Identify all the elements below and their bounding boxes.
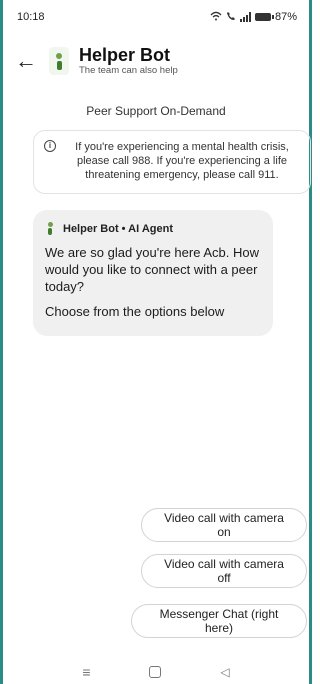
crisis-notice-card: i If you're experiencing a mental health… — [33, 130, 311, 194]
video-call-camera-on-button[interactable]: Video call with camera on — [141, 508, 307, 542]
bot-message-bubble: Helper Bot • AI Agent We are so glad you… — [33, 210, 273, 336]
message-header: Helper Bot • AI Agent — [45, 222, 261, 236]
chat-header: ← Helper Bot The team can also help — [3, 36, 309, 86]
battery-icon — [254, 13, 274, 21]
system-nav-bar: ≡ ◁ — [3, 660, 309, 684]
info-icon: i — [44, 140, 56, 152]
wifi-icon — [210, 11, 222, 24]
status-bar: 10:18 87% — [3, 0, 309, 34]
section-title: Peer Support On-Demand — [86, 104, 226, 118]
home-icon[interactable] — [149, 666, 162, 678]
back-icon[interactable]: ◁ — [220, 665, 229, 679]
video-call-camera-off-button[interactable]: Video call with camera off — [141, 554, 307, 588]
arrow-left-icon[interactable]: ← — [15, 50, 43, 72]
bot-avatar — [49, 47, 69, 75]
status-time: 10:18 — [17, 11, 45, 23]
status-icons: 87% — [210, 11, 297, 24]
call-icon — [226, 11, 236, 24]
message-prompt: Choose from the options below — [45, 304, 225, 319]
header-text: Helper Bot The team can also help — [79, 45, 178, 77]
messenger-chat-button[interactable]: Messenger Chat (right here) — [131, 604, 307, 638]
phone-frame: 10:18 87% ← Helper Bot The team can also… — [0, 0, 312, 684]
crisis-notice-text: If you're experiencing a mental health c… — [75, 141, 289, 181]
message-text: We are so glad you're here Acb. How woul… — [45, 245, 259, 294]
bot-avatar-small — [45, 222, 55, 236]
message-sender: Helper Bot • AI Agent — [63, 223, 173, 235]
signal-icon — [239, 12, 251, 22]
battery-percent: 87% — [274, 11, 297, 23]
menu-icon[interactable]: ≡ — [82, 664, 90, 680]
page-subtitle: The team can also help — [79, 65, 178, 76]
page-title: Helper Bot — [79, 45, 171, 65]
